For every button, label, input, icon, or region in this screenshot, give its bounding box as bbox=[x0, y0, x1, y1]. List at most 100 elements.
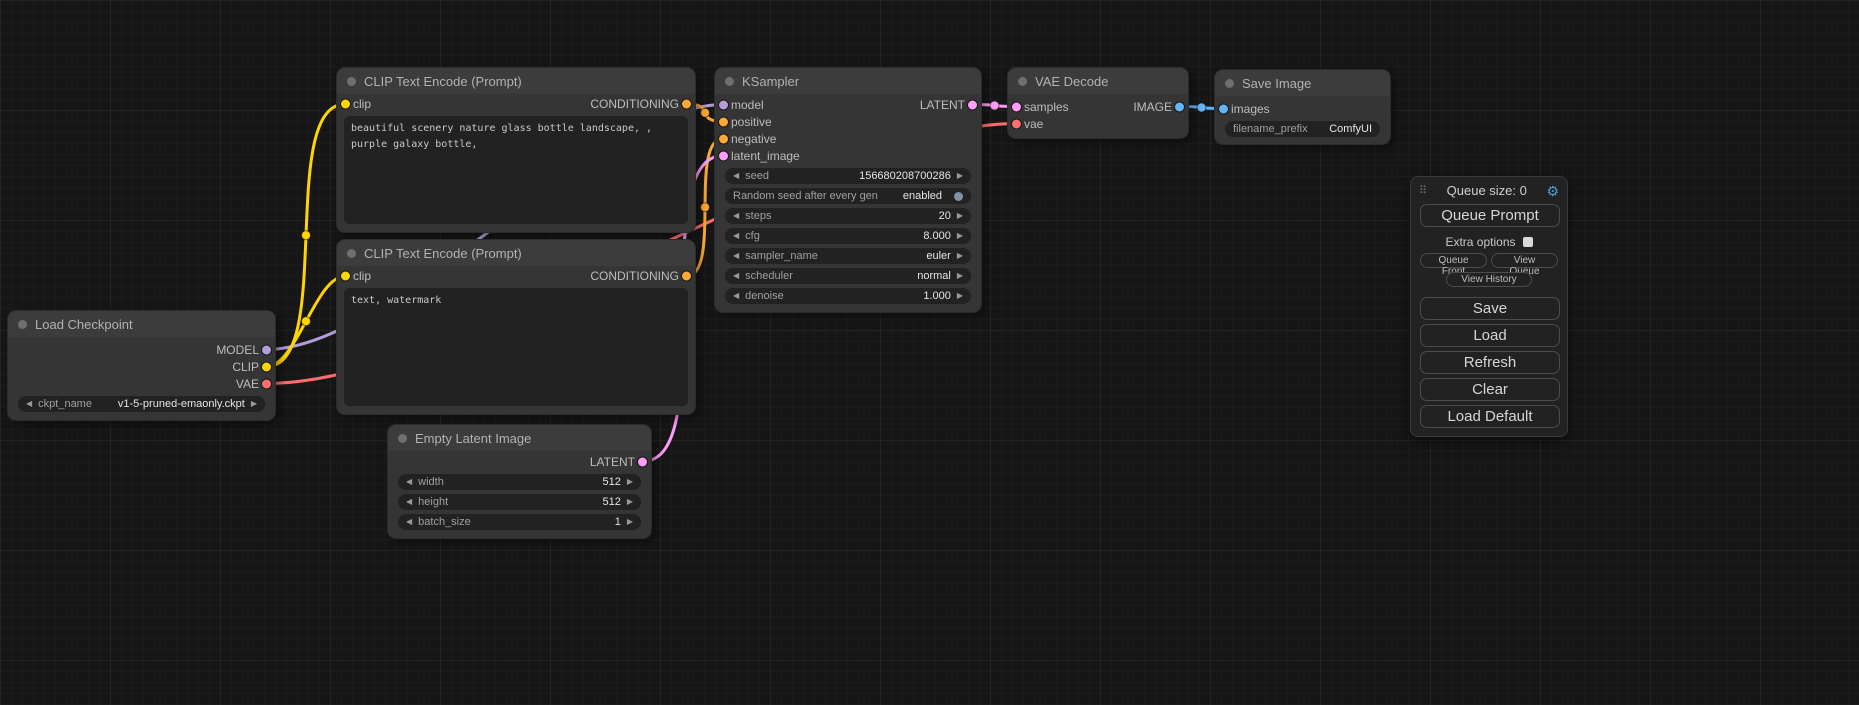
drag-handle-icon[interactable]: ⠿ bbox=[1419, 184, 1427, 197]
latent-slot-dot[interactable] bbox=[968, 100, 977, 109]
latent-slot-dot[interactable] bbox=[1012, 102, 1021, 111]
increment-arrow-icon[interactable]: ▶ bbox=[627, 498, 633, 506]
height-widget[interactable]: ◀ height 512 ▶ bbox=[398, 494, 641, 510]
latent-slot-dot[interactable] bbox=[638, 457, 647, 466]
node-title: CLIP Text Encode (Prompt) bbox=[364, 74, 522, 89]
image-slot-dot[interactable] bbox=[1219, 104, 1228, 113]
decrement-arrow-icon[interactable]: ◀ bbox=[733, 252, 739, 260]
increment-arrow-icon[interactable]: ▶ bbox=[957, 212, 963, 220]
latent-slot-dot[interactable] bbox=[719, 151, 728, 160]
widget-value: 156680208700286 bbox=[859, 170, 951, 182]
collapse-dot-icon[interactable] bbox=[347, 77, 356, 86]
decrement-arrow-icon[interactable]: ◀ bbox=[733, 212, 739, 220]
node-title-bar[interactable]: VAE Decode bbox=[1008, 68, 1188, 94]
view-history-button[interactable]: View History bbox=[1446, 272, 1531, 287]
decrement-arrow-icon[interactable]: ◀ bbox=[26, 400, 32, 408]
increment-arrow-icon[interactable]: ▶ bbox=[957, 292, 963, 300]
cfg-widget[interactable]: ◀ cfg 8.000 ▶ bbox=[725, 228, 971, 244]
clip-slot-dot[interactable] bbox=[341, 100, 350, 109]
decrement-arrow-icon[interactable]: ◀ bbox=[406, 478, 412, 486]
save-button[interactable]: Save bbox=[1420, 297, 1560, 320]
slot-label: CONDITIONING bbox=[590, 97, 679, 111]
settings-gear-icon[interactable]: ⚙ bbox=[1546, 184, 1559, 198]
image-slot-dot[interactable] bbox=[1175, 102, 1184, 111]
filename-prefix-widget[interactable]: filename_prefix ComfyUI bbox=[1225, 121, 1380, 137]
increment-arrow-icon[interactable]: ▶ bbox=[957, 172, 963, 180]
random-seed-toggle-widget[interactable]: Random seed after every gen enabled bbox=[725, 188, 971, 204]
queue-prompt-button[interactable]: Queue Prompt bbox=[1420, 204, 1560, 227]
clear-button[interactable]: Clear bbox=[1420, 378, 1560, 401]
node-vae-decode[interactable]: VAE Decode samples IMAGE vae bbox=[1008, 68, 1188, 138]
queue-size-label: Queue size: 0 bbox=[1427, 183, 1546, 198]
denoise-widget[interactable]: ◀ denoise 1.000 ▶ bbox=[725, 288, 971, 304]
slot-label: clip bbox=[353, 269, 371, 283]
decrement-arrow-icon[interactable]: ◀ bbox=[733, 292, 739, 300]
load-button[interactable]: Load bbox=[1420, 324, 1560, 347]
load-default-button[interactable]: Load Default bbox=[1420, 405, 1560, 428]
decrement-arrow-icon[interactable]: ◀ bbox=[406, 518, 412, 526]
graph-canvas[interactable]: Load Checkpoint MODEL CLIP VAE ◀ ckpt_na… bbox=[0, 0, 1859, 705]
model-slot-dot[interactable] bbox=[719, 100, 728, 109]
collapse-dot-icon[interactable] bbox=[18, 320, 27, 329]
collapse-dot-icon[interactable] bbox=[347, 249, 356, 258]
slot-label: positive bbox=[731, 115, 772, 129]
clip-slot-dot[interactable] bbox=[341, 272, 350, 281]
collapse-dot-icon[interactable] bbox=[725, 77, 734, 86]
collapse-dot-icon[interactable] bbox=[398, 434, 407, 443]
conditioning-slot-dot[interactable] bbox=[682, 272, 691, 281]
conditioning-slot-dot[interactable] bbox=[719, 117, 728, 126]
node-load-checkpoint[interactable]: Load Checkpoint MODEL CLIP VAE ◀ ckpt_na… bbox=[8, 311, 275, 420]
widget-name: steps bbox=[745, 210, 771, 222]
queue-panel[interactable]: ⠿ Queue size: 0 ⚙ Queue Prompt Extra opt… bbox=[1410, 176, 1568, 437]
node-title: VAE Decode bbox=[1035, 74, 1108, 89]
slot-label: model bbox=[731, 98, 764, 112]
conditioning-slot-dot[interactable] bbox=[719, 134, 728, 143]
ckpt-name-widget[interactable]: ◀ ckpt_name v1-5-pruned-emaonly.ckpt ▶ bbox=[18, 396, 265, 412]
increment-arrow-icon[interactable]: ▶ bbox=[251, 400, 257, 408]
collapse-dot-icon[interactable] bbox=[1018, 77, 1027, 86]
node-title-bar[interactable]: KSampler bbox=[715, 68, 981, 94]
widget-value: ComfyUI bbox=[1329, 123, 1372, 135]
node-title-bar[interactable]: Load Checkpoint bbox=[8, 311, 275, 337]
model-slot-dot[interactable] bbox=[262, 345, 271, 354]
increment-arrow-icon[interactable]: ▶ bbox=[957, 272, 963, 280]
width-widget[interactable]: ◀ width 512 ▶ bbox=[398, 474, 641, 490]
clip-slot-dot[interactable] bbox=[262, 362, 271, 371]
scheduler-widget[interactable]: ◀ scheduler normal ▶ bbox=[725, 268, 971, 284]
widget-name: sampler_name bbox=[745, 250, 818, 262]
increment-arrow-icon[interactable]: ▶ bbox=[627, 518, 633, 526]
node-title-bar[interactable]: Save Image bbox=[1215, 70, 1390, 96]
node-ksampler[interactable]: KSampler model LATENT positive negative … bbox=[715, 68, 981, 312]
sampler-name-widget[interactable]: ◀ sampler_name euler ▶ bbox=[725, 248, 971, 264]
vae-slot-dot[interactable] bbox=[262, 379, 271, 388]
queue-front-button[interactable]: Queue Front bbox=[1420, 253, 1487, 268]
node-title-bar[interactable]: CLIP Text Encode (Prompt) bbox=[337, 240, 695, 266]
node-title-bar[interactable]: Empty Latent Image bbox=[388, 425, 651, 451]
refresh-button[interactable]: Refresh bbox=[1420, 351, 1560, 374]
increment-arrow-icon[interactable]: ▶ bbox=[627, 478, 633, 486]
slot-label: images bbox=[1231, 102, 1270, 116]
vae-slot-dot[interactable] bbox=[1012, 119, 1021, 128]
negative-prompt-textarea[interactable]: text, watermark bbox=[344, 288, 688, 406]
node-save-image[interactable]: Save Image images filename_prefix ComfyU… bbox=[1215, 70, 1390, 144]
decrement-arrow-icon[interactable]: ◀ bbox=[733, 232, 739, 240]
extra-options-row: Extra options bbox=[1411, 235, 1567, 249]
batch-size-widget[interactable]: ◀ batch_size 1 ▶ bbox=[398, 514, 641, 530]
toggle-indicator-icon[interactable] bbox=[954, 192, 963, 201]
node-clip-text-encode-negative[interactable]: CLIP Text Encode (Prompt) clip CONDITION… bbox=[337, 240, 695, 414]
positive-prompt-textarea[interactable]: beautiful scenery nature glass bottle la… bbox=[344, 116, 688, 224]
steps-widget[interactable]: ◀ steps 20 ▶ bbox=[725, 208, 971, 224]
view-queue-button[interactable]: View Queue bbox=[1491, 253, 1558, 268]
increment-arrow-icon[interactable]: ▶ bbox=[957, 252, 963, 260]
conditioning-slot-dot[interactable] bbox=[682, 100, 691, 109]
seed-widget[interactable]: ◀ seed 156680208700286 ▶ bbox=[725, 168, 971, 184]
node-clip-text-encode-positive[interactable]: CLIP Text Encode (Prompt) clip CONDITION… bbox=[337, 68, 695, 232]
decrement-arrow-icon[interactable]: ◀ bbox=[406, 498, 412, 506]
decrement-arrow-icon[interactable]: ◀ bbox=[733, 172, 739, 180]
collapse-dot-icon[interactable] bbox=[1225, 79, 1234, 88]
extra-options-checkbox[interactable] bbox=[1523, 237, 1533, 247]
increment-arrow-icon[interactable]: ▶ bbox=[957, 232, 963, 240]
decrement-arrow-icon[interactable]: ◀ bbox=[733, 272, 739, 280]
node-empty-latent-image[interactable]: Empty Latent Image LATENT ◀ width 512 ▶ … bbox=[388, 425, 651, 538]
node-title-bar[interactable]: CLIP Text Encode (Prompt) bbox=[337, 68, 695, 94]
